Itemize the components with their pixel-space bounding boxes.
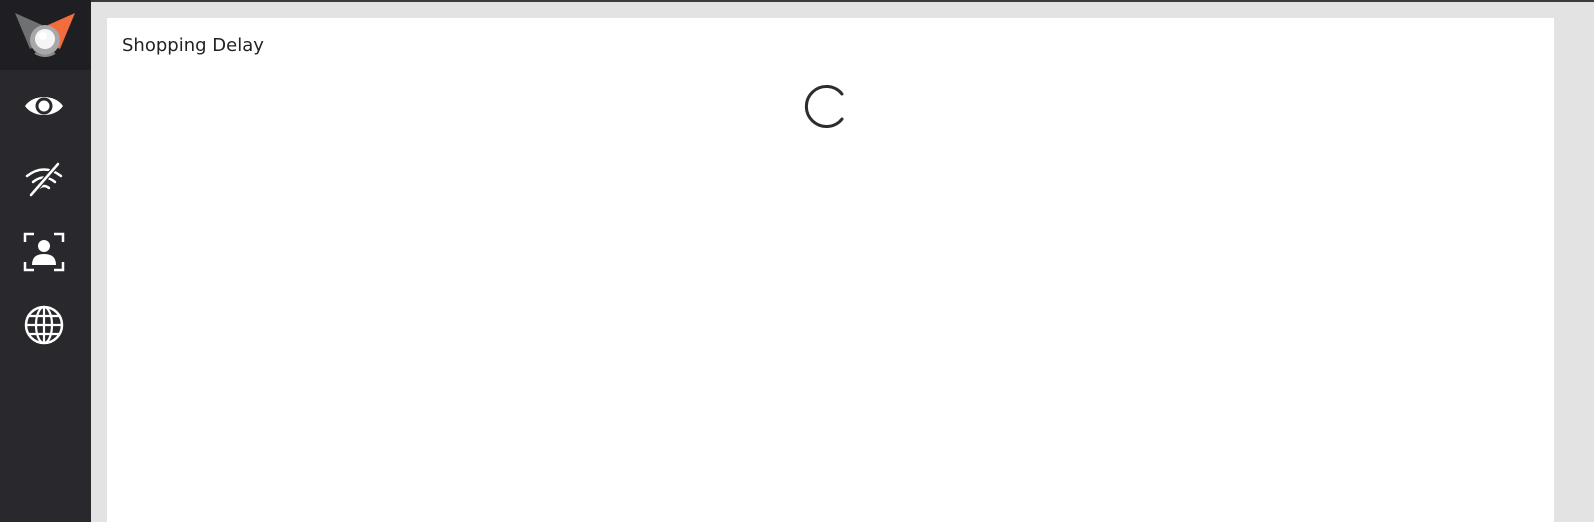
sidebar-item-web[interactable] <box>14 298 74 352</box>
loading-spinner <box>804 83 852 135</box>
page-title: Shopping Delay <box>122 35 264 56</box>
window-top-border <box>91 0 1594 2</box>
wifi-off-icon <box>25 162 63 197</box>
sidebar-item-network[interactable] <box>14 152 74 206</box>
fox-logo-icon <box>15 13 75 57</box>
globe-icon <box>24 305 64 345</box>
sidebar-item-identity[interactable] <box>14 225 74 279</box>
user-scan-icon <box>23 232 65 272</box>
main-content-panel: Shopping Delay <box>107 18 1554 522</box>
sidebar <box>0 0 91 522</box>
sidebar-item-visibility[interactable] <box>14 79 74 133</box>
app-logo[interactable] <box>0 0 91 70</box>
spinner-icon <box>804 85 844 128</box>
eye-icon <box>25 97 63 115</box>
